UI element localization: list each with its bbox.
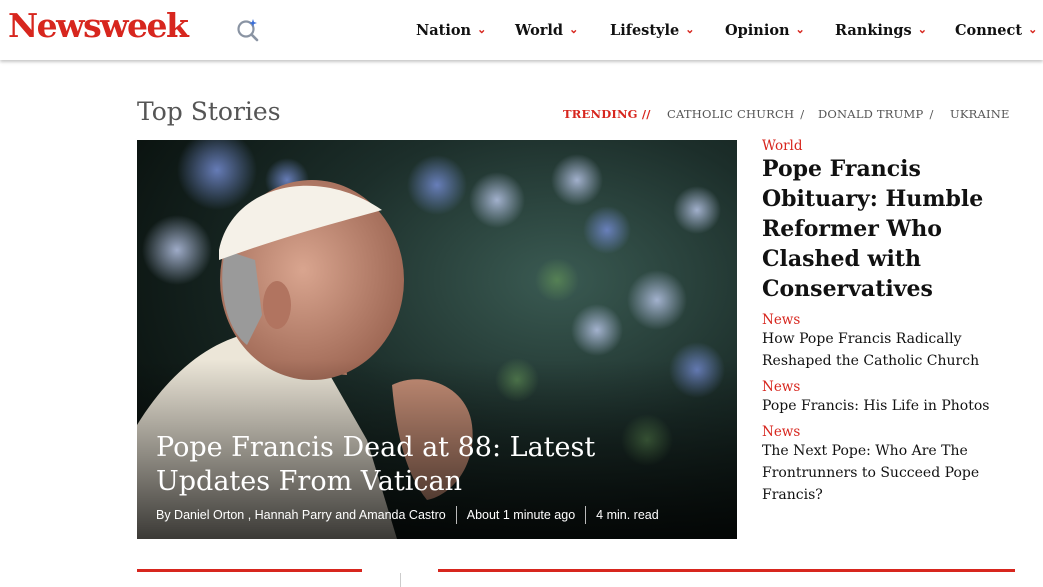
hero-meta: By Daniel Orton , Hannah Parry and Amand… xyxy=(156,506,659,524)
hero-story[interactable]: Pope Francis Dead at 88: Latest Updates … xyxy=(137,140,737,539)
nav-label: Connect xyxy=(955,21,1023,39)
item-headline[interactable]: How Pope Francis Radically Reshaped the … xyxy=(762,328,1002,372)
chevron-down-icon: ⌄ xyxy=(569,22,579,36)
section-title: Top Stories xyxy=(137,97,281,126)
nav-item-world[interactable]: World ⌄ xyxy=(515,20,578,40)
item-category[interactable]: News xyxy=(762,312,1002,328)
publish-time: About 1 minute ago xyxy=(466,508,576,522)
nav-item-rankings[interactable]: Rankings ⌄ xyxy=(835,20,927,40)
search-sparkle-icon[interactable] xyxy=(236,18,260,42)
side-stories: World Pope Francis Obituary: Humble Refo… xyxy=(762,138,1002,506)
hero-headline[interactable]: Pope Francis Dead at 88: Latest Updates … xyxy=(156,431,716,499)
item-category[interactable]: News xyxy=(762,379,1002,395)
chevron-down-icon: ⌄ xyxy=(477,22,487,36)
nav-label: World xyxy=(515,21,564,39)
nav-label: Nation xyxy=(416,21,472,39)
trending-topic-donald-trump[interactable]: DONALD TRUMP / xyxy=(818,107,934,121)
meta-divider xyxy=(455,506,457,524)
chevron-down-icon: ⌄ xyxy=(795,22,805,36)
item-headline[interactable]: Pope Francis: His Life in Photos xyxy=(762,395,1002,417)
nav-item-opinion[interactable]: Opinion ⌄ xyxy=(725,20,805,40)
trending-topic-label: DONALD TRUMP xyxy=(818,107,924,121)
nav-label: Rankings xyxy=(835,21,912,39)
chevron-down-icon: ⌄ xyxy=(1028,22,1038,36)
trending-label: TRENDING // xyxy=(563,107,651,121)
nav-item-connect[interactable]: Connect ⌄ xyxy=(955,20,1037,40)
nav-item-nation[interactable]: Nation ⌄ xyxy=(416,20,486,40)
section-rule-right xyxy=(438,569,1015,572)
trending-topic-ukraine[interactable]: UKRAINE xyxy=(950,107,1010,121)
lead-headline[interactable]: Pope Francis Obituary: Humble Reformer W… xyxy=(762,154,1002,304)
topic-separator: / xyxy=(929,107,934,121)
lead-category[interactable]: World xyxy=(762,138,1002,154)
column-divider xyxy=(400,573,401,587)
trending-topic-label: UKRAINE xyxy=(950,107,1010,121)
site-header: Newsweek Nation ⌄ World ⌄ Lifestyle ⌄ Op… xyxy=(0,0,1043,60)
read-time: 4 min. read xyxy=(596,508,659,522)
trending-topic-catholic-church[interactable]: CATHOLIC CHURCH / xyxy=(667,107,804,121)
chevron-down-icon: ⌄ xyxy=(685,22,695,36)
item-headline[interactable]: The Next Pope: Who Are The Frontrunners … xyxy=(762,440,1002,506)
topic-separator: / xyxy=(800,107,805,121)
newsweek-logo[interactable]: Newsweek xyxy=(8,6,189,46)
nav-label: Lifestyle xyxy=(610,21,680,39)
nav-label: Opinion xyxy=(725,21,790,39)
meta-divider xyxy=(585,506,587,524)
item-category[interactable]: News xyxy=(762,424,1002,440)
section-rule-left xyxy=(137,569,362,572)
byline: By Daniel Orton , Hannah Parry and Amand… xyxy=(156,508,446,522)
trending-topic-label: CATHOLIC CHURCH xyxy=(667,107,795,121)
chevron-down-icon: ⌄ xyxy=(917,22,927,36)
nav-item-lifestyle[interactable]: Lifestyle ⌄ xyxy=(610,20,694,40)
